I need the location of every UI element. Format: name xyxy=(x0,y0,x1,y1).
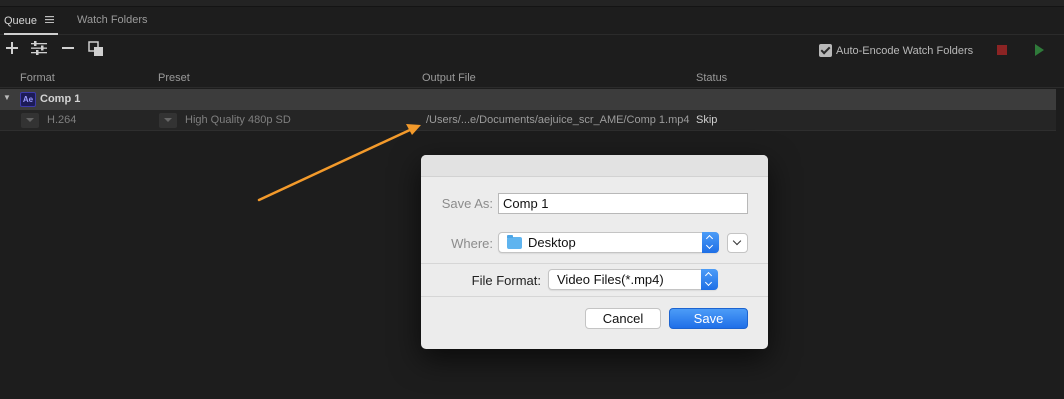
dialog-divider xyxy=(421,263,768,264)
file-format-value: Video Files(*.mp4) xyxy=(557,272,664,287)
save-dialog: Save As: Comp 1 Where: Desktop File Form… xyxy=(421,155,768,349)
save-button[interactable]: Save xyxy=(669,308,748,329)
file-format-stepper-icon xyxy=(701,269,718,290)
file-format-popup[interactable]: Video Files(*.mp4) xyxy=(548,269,718,290)
dialog-titlebar xyxy=(421,155,768,177)
save-as-label: Save As: xyxy=(441,196,493,211)
save-as-input[interactable]: Comp 1 xyxy=(498,193,748,214)
folder-icon xyxy=(507,235,522,249)
expand-browser-button[interactable] xyxy=(727,233,748,253)
cancel-button[interactable]: Cancel xyxy=(585,308,661,329)
where-label: Where: xyxy=(451,236,493,251)
file-format-label: File Format: xyxy=(471,273,541,288)
dialog-divider xyxy=(421,296,768,297)
where-stepper-icon xyxy=(702,232,719,253)
where-popup[interactable]: Desktop xyxy=(498,232,719,253)
where-value: Desktop xyxy=(528,235,576,250)
